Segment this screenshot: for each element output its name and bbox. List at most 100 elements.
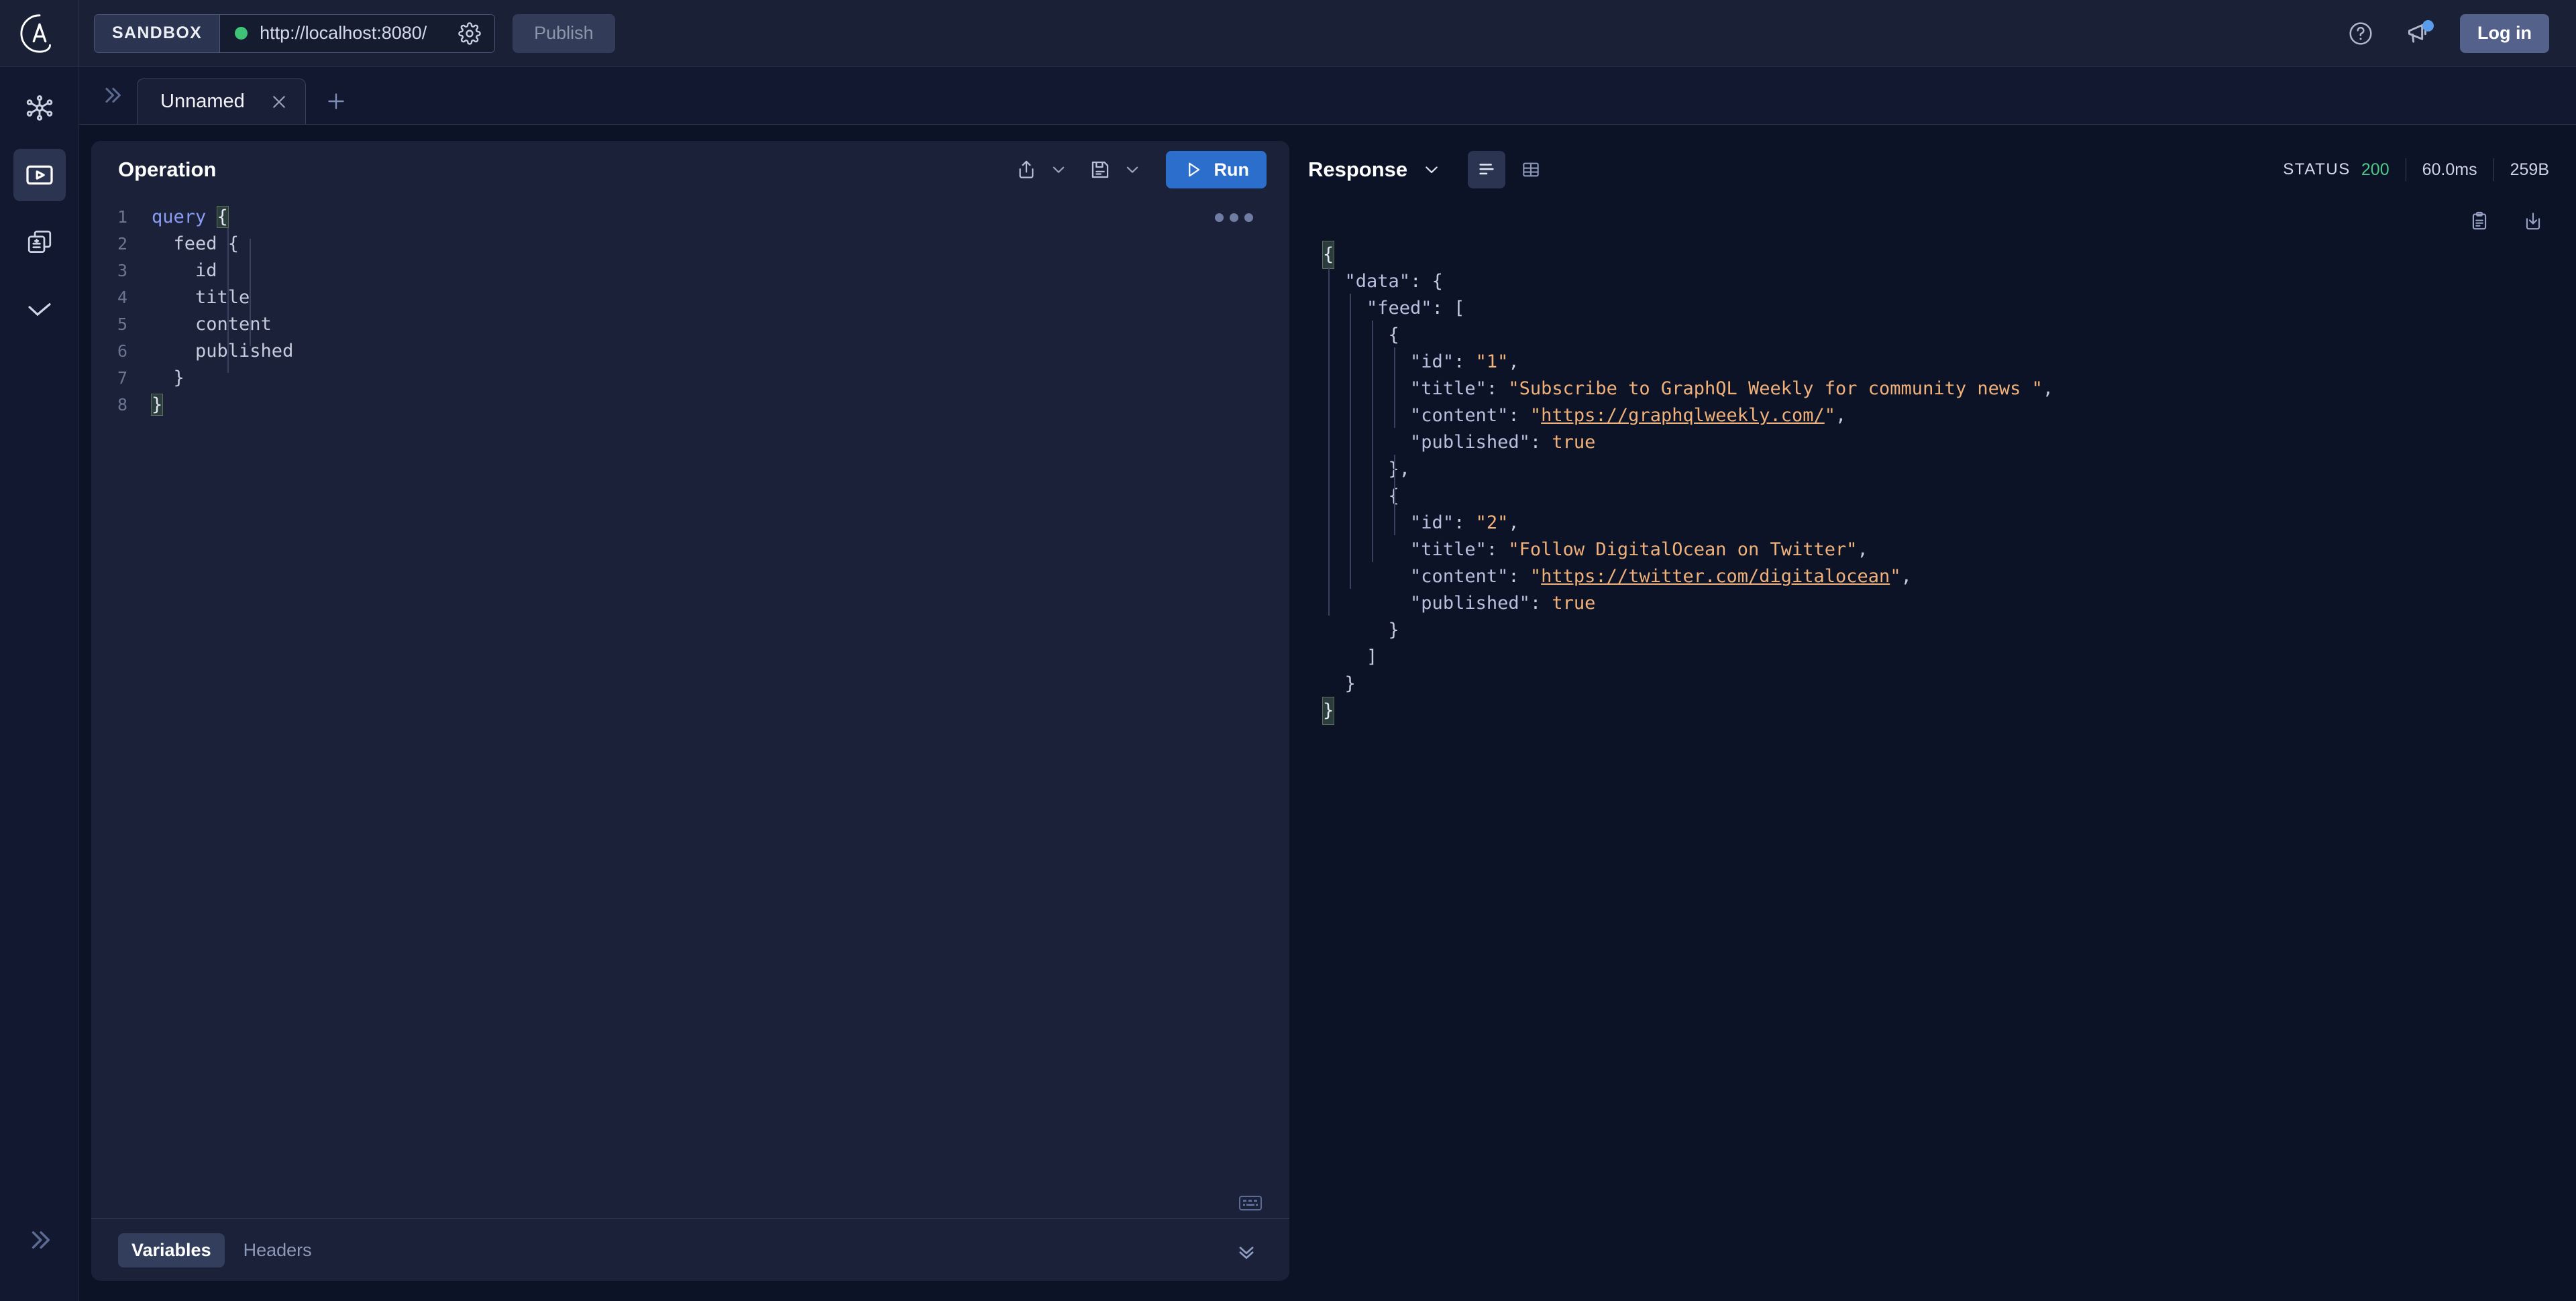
sandbox-chip: SANDBOX bbox=[95, 14, 220, 52]
apollo-logo bbox=[19, 13, 51, 53]
status-label: STATUS bbox=[2283, 160, 2351, 178]
response-status-bar: STATUS 200 60.0ms 259B bbox=[2283, 158, 2549, 181]
code-text: feed { bbox=[152, 233, 239, 254]
download-response-button[interactable] bbox=[2517, 205, 2549, 237]
question-circle-icon bbox=[2349, 21, 2372, 45]
response-dropdown-button[interactable] bbox=[1414, 152, 1449, 187]
response-line: }, bbox=[1388, 459, 1411, 479]
save-options-button[interactable] bbox=[1118, 152, 1147, 187]
code-text: title bbox=[152, 287, 250, 308]
left-rail bbox=[0, 67, 79, 1301]
line-number: 6 bbox=[117, 341, 127, 361]
code-text: content bbox=[152, 314, 272, 335]
code-line: 5 content bbox=[91, 311, 1289, 338]
tab-label: Unnamed bbox=[160, 91, 245, 112]
save-floppy-icon bbox=[1091, 161, 1108, 178]
share-icon bbox=[1019, 160, 1033, 178]
response-line: } bbox=[1388, 620, 1399, 640]
variables-line-number: 1 bbox=[91, 1280, 152, 1281]
run-button[interactable]: Run bbox=[1165, 151, 1267, 188]
sidebar-item-variants[interactable] bbox=[13, 216, 66, 268]
status-code: 200 bbox=[2361, 160, 2390, 179]
indent-guide bbox=[1394, 455, 1395, 535]
response-line: ] bbox=[1366, 646, 1378, 667]
operation-editor[interactable]: 1 query {2 feed {3 id 4 title 5 content 6 pu… bbox=[91, 199, 1289, 1218]
schema-graph-icon bbox=[26, 95, 52, 121]
gear-icon bbox=[458, 21, 481, 45]
code-line: 8} bbox=[91, 392, 1289, 418]
sidebar-item-explorer[interactable] bbox=[13, 149, 66, 201]
response-panel: Response STATUS 200 60.0ms 259B {"data"… bbox=[1308, 141, 2576, 1281]
endpoint-url-group[interactable]: SANDBOX http://localhost:8080/ bbox=[94, 13, 496, 53]
tab-close-button[interactable] bbox=[268, 91, 290, 113]
tab-unnamed[interactable]: Unnamed bbox=[137, 78, 306, 124]
help-button[interactable] bbox=[2342, 15, 2379, 52]
response-line: "published": true bbox=[1410, 593, 1596, 614]
explorer-play-icon bbox=[25, 165, 53, 185]
play-triangle-icon bbox=[1188, 162, 1199, 177]
response-body[interactable]: { "data": { "feed": [ { "id": "1", "titl… bbox=[1308, 241, 2576, 725]
sidebar-item-checks[interactable] bbox=[13, 283, 66, 335]
response-duration: 60.0ms bbox=[2422, 160, 2477, 179]
indent-guide bbox=[1394, 347, 1395, 428]
endpoint-url-field[interactable]: http://localhost:8080/ bbox=[219, 14, 495, 52]
response-line: { bbox=[1388, 325, 1399, 345]
plus-icon bbox=[328, 93, 344, 109]
line-number: 8 bbox=[117, 395, 127, 414]
sidebar-item-schema[interactable] bbox=[13, 82, 66, 134]
share-options-button[interactable] bbox=[1044, 152, 1073, 187]
variables-collapse-button[interactable] bbox=[1230, 1236, 1263, 1268]
tab-variables[interactable]: Variables bbox=[118, 1233, 225, 1267]
response-line: "content": " https://twitter.com/digitalo… bbox=[1308, 563, 2576, 590]
response-tools bbox=[2463, 205, 2549, 237]
response-line: "data": { bbox=[1344, 271, 1443, 292]
copy-response-button[interactable] bbox=[2463, 205, 2496, 237]
announcements-badge bbox=[2422, 19, 2434, 32]
operation-panel: Operation Run 1 query {2 feed {3 id 4 … bbox=[91, 141, 1289, 1281]
code-text: id bbox=[152, 260, 217, 281]
new-tab-button[interactable] bbox=[315, 78, 357, 124]
tabbar-expand-button[interactable] bbox=[91, 66, 133, 124]
variables-editor[interactable]: 1 bbox=[91, 1267, 1289, 1281]
operation-title: Operation bbox=[118, 158, 217, 181]
code-text: } bbox=[150, 394, 164, 416]
code-text: query { bbox=[152, 206, 229, 228]
response-line: "feed": [ bbox=[1366, 298, 1465, 319]
operation-code[interactable]: 1 query {2 feed {3 id 4 title 5 content 6 pu… bbox=[91, 204, 1289, 418]
close-icon bbox=[272, 95, 285, 108]
keyboard-shortcuts-button[interactable] bbox=[1238, 1194, 1263, 1212]
code-line: 4 title bbox=[91, 284, 1289, 311]
response-json[interactable]: { "data": { "feed": [ { "id": "1", "titl… bbox=[1308, 241, 2576, 725]
response-line: { bbox=[1308, 483, 2576, 510]
response-link[interactable]: https://twitter.com/digitalocean bbox=[1541, 563, 1890, 590]
indent-guide bbox=[1350, 294, 1351, 589]
apollo-logo-cell[interactable] bbox=[0, 0, 79, 67]
download-icon bbox=[2526, 213, 2540, 230]
more-horizontal-icon bbox=[1215, 213, 1224, 222]
publish-button[interactable]: Publish bbox=[513, 13, 615, 53]
connection-settings-button[interactable] bbox=[454, 21, 485, 45]
response-link[interactable]: https://graphqlweekly.com/ bbox=[1541, 402, 1825, 429]
endpoint-url-value[interactable]: http://localhost:8080/ bbox=[260, 23, 454, 44]
tab-headers[interactable]: Headers bbox=[230, 1233, 325, 1267]
variables-panel: Variables Headers 1 JSON bbox=[91, 1219, 1289, 1281]
announcements-button[interactable] bbox=[2401, 15, 2438, 52]
save-operation-button[interactable] bbox=[1083, 152, 1118, 187]
keyboard-icon bbox=[1239, 1196, 1262, 1210]
code-line: 1 query { bbox=[91, 204, 1289, 231]
chevron-down-icon bbox=[1053, 166, 1064, 173]
response-line: { bbox=[1308, 241, 2576, 269]
view-table-button[interactable] bbox=[1512, 151, 1550, 188]
code-text: } bbox=[152, 367, 184, 388]
share-operation-button[interactable] bbox=[1009, 152, 1044, 187]
rail-expand-button[interactable] bbox=[13, 1214, 66, 1266]
response-line: "id": "2", bbox=[1410, 512, 1519, 533]
chevron-down-icon bbox=[1426, 166, 1438, 174]
view-json-button[interactable] bbox=[1468, 151, 1506, 188]
operation-more-button[interactable] bbox=[1208, 207, 1260, 229]
more-horizontal-icon bbox=[1230, 213, 1238, 222]
response-line: } bbox=[1344, 673, 1356, 694]
line-number: 1 bbox=[117, 207, 127, 227]
login-button[interactable]: Log in bbox=[2460, 13, 2549, 53]
response-size: 259B bbox=[2510, 160, 2549, 179]
